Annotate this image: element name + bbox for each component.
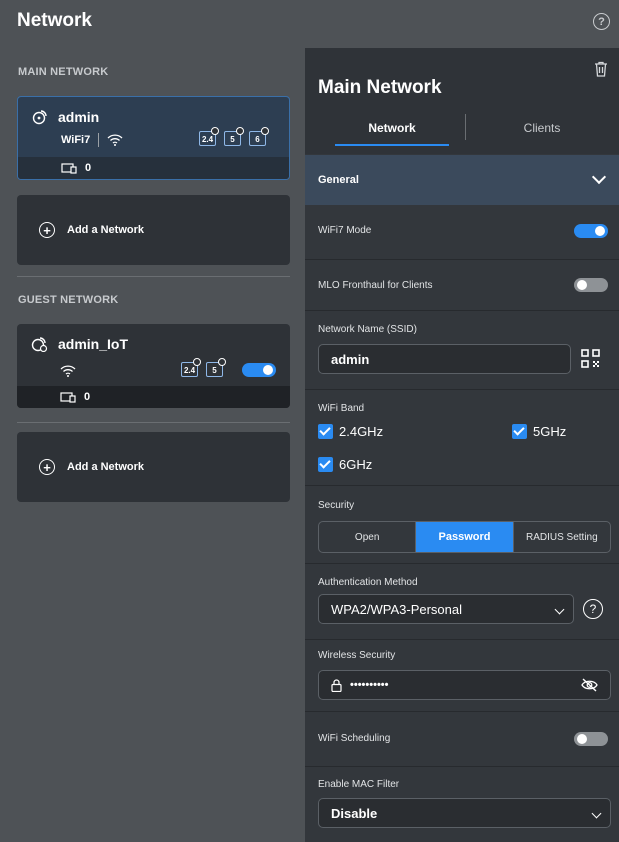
plus-circle-icon: + [39,222,55,238]
band-6-icon: 6 [249,127,269,146]
wifi-icon [107,134,123,146]
add-network-label: Add a Network [67,224,145,236]
lock-icon [331,678,342,692]
device-icon [61,162,77,174]
wifi-icon [60,365,76,377]
mac-filter-row: Enable MAC Filter Disable [305,767,619,842]
wifi7-badge: WiFi7 [61,134,91,146]
mac-filter-value: Disable [331,805,378,821]
badge-divider [98,133,100,147]
add-network-button[interactable]: + Add a Network [17,195,290,265]
qr-code-icon[interactable] [581,349,600,368]
main-network-card[interactable]: admin WiFi7 2.4 5 6 0 [17,96,290,180]
mlo-toggle[interactable] [574,278,608,292]
band-2-4ghz-label: 2.4GHz [339,424,384,439]
wifi-scheduling-label: WiFi Scheduling [318,733,391,744]
tab-underline [335,144,449,146]
add-guest-network-button[interactable]: + Add a Network [17,432,290,502]
trash-icon[interactable] [594,61,608,77]
auth-method-value: WPA2/WPA3-Personal [331,601,463,617]
router-icon [32,110,47,125]
checkbox-checked-icon [512,424,527,439]
mlo-row: MLO Fronthaul for Clients [305,260,619,311]
mlo-label: MLO Fronthaul for Clients [318,280,433,291]
wifi-scheduling-toggle[interactable] [574,732,608,746]
guest-network-card[interactable]: admin_IoT 2.4 5 0 [17,324,290,408]
auth-method-select[interactable]: WPA2/WPA3-Personal [318,594,574,624]
band-5-icon: 5 [206,358,226,377]
mac-filter-label: Enable MAC Filter [318,779,400,790]
ssid-row: Network Name (SSID) admin [305,311,619,390]
ssid-label: Network Name (SSID) [318,324,417,335]
password-input[interactable]: •••••••••• [318,670,611,700]
add-network-label: Add a Network [67,461,145,473]
security-segmented-control[interactable]: Open Password RADIUS Setting [318,521,611,553]
clients-strip: 0 [18,157,289,179]
tab-clients[interactable]: Clients [485,121,599,135]
general-section-header[interactable]: General [305,155,619,205]
wifi-band-row: WiFi Band 2.4GHz 5GHz 6GHz [305,390,619,486]
section-divider [17,422,290,423]
clients-strip: 0 [17,386,290,408]
eye-off-icon[interactable] [581,678,598,692]
general-label: General [318,174,359,186]
main-network-name: admin [58,109,100,125]
security-label: Security [318,500,355,511]
help-circle-icon[interactable]: ? [593,13,610,30]
band-6ghz-checkbox[interactable]: 6GHz [318,457,372,472]
device-icon [60,391,76,403]
guest-network-name: admin_IoT [58,336,129,352]
security-option-password[interactable]: Password [415,522,513,552]
wifi7-mode-row: WiFi7 Mode [305,205,619,260]
auth-method-label: Authentication Method [318,577,418,588]
wireless-security-row: Wireless Security •••••••••• [305,640,619,712]
section-divider [17,276,290,277]
mac-filter-select[interactable]: Disable [318,798,611,828]
tab-separator [465,114,466,140]
band-2-4ghz-checkbox[interactable]: 2.4GHz [318,424,383,439]
band-2-4-icon: 2.4 [181,358,201,377]
guest-router-icon [31,337,48,352]
ssid-input[interactable]: admin [318,344,571,374]
wifi7-mode-label: WiFi7 Mode [318,225,372,236]
panel-title: Main Network [318,77,442,98]
security-option-radius[interactable]: RADIUS Setting [512,522,610,552]
band-5-icon: 5 [224,127,244,146]
checkbox-checked-icon [318,457,333,472]
band-2-4-icon: 2.4 [199,127,219,146]
band-6ghz-label: 6GHz [339,457,373,472]
top-bar: Network ? [0,0,619,44]
main-network-section-title: MAIN NETWORK [18,66,109,78]
band-5ghz-checkbox[interactable]: 5GHz [512,424,566,439]
client-count: 0 [84,391,91,403]
security-option-open[interactable]: Open [319,522,415,552]
tab-network[interactable]: Network [335,121,449,135]
auth-method-row: Authentication Method WPA2/WPA3-Personal… [305,564,619,640]
password-value: •••••••••• [350,679,389,691]
guest-network-section-title: GUEST NETWORK [18,294,119,306]
wifi-band-label: WiFi Band [318,403,365,414]
wireless-security-label: Wireless Security [318,650,396,661]
band-5ghz-label: 5GHz [533,424,567,439]
guest-network-toggle[interactable] [242,363,276,377]
network-settings-panel: Main Network Network Clients General WiF… [305,48,619,842]
checkbox-checked-icon [318,424,333,439]
help-circle-icon[interactable]: ? [583,599,603,619]
panel-header: Main Network Network Clients [305,48,619,154]
client-count: 0 [85,162,92,174]
page-title: Network [17,10,92,31]
plus-circle-icon: + [39,459,55,475]
wifi-scheduling-row: WiFi Scheduling [305,712,619,767]
wifi7-mode-toggle[interactable] [574,224,608,238]
